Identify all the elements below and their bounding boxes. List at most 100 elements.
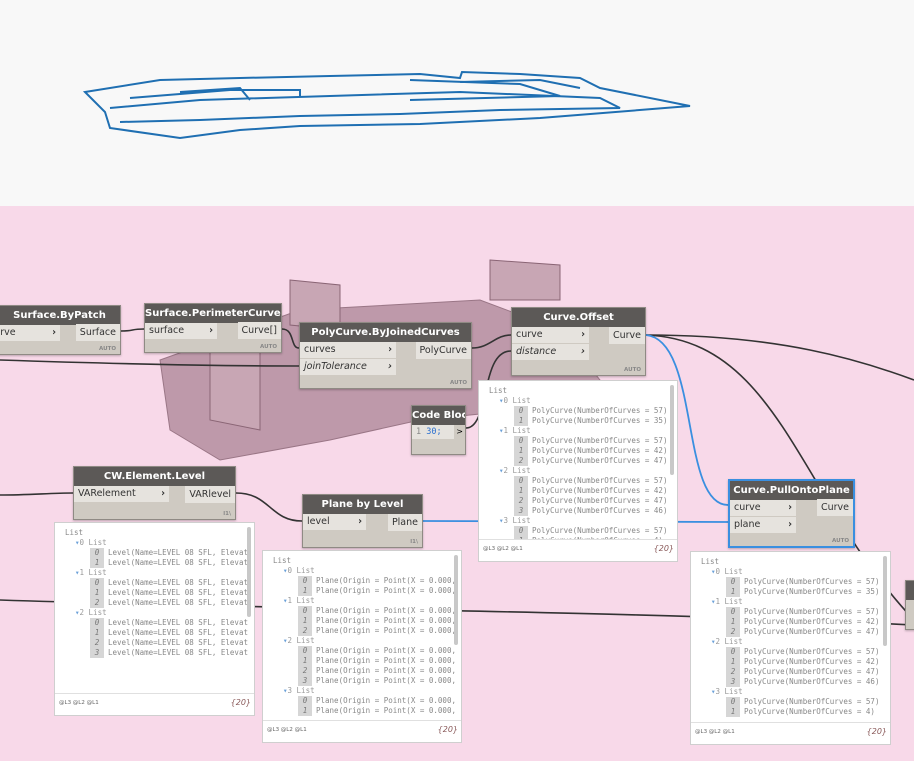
list-item: 1 PolyCurve(NumberOfCurves = 42) [701,617,890,627]
scrollbar[interactable] [247,527,251,617]
scrollbar[interactable] [670,385,674,475]
list-group[interactable]: ▾0 List [65,538,254,548]
list-item: 0 PolyCurve(NumberOfCurves = 57) [489,526,677,536]
list-item: 3 PolyCurve(NumberOfCurves = 46) [489,506,677,516]
list-group[interactable]: ▾1 List [489,426,677,436]
list-index: 0 [298,576,312,586]
input-port-plane[interactable]: plane › [730,517,796,533]
list-item: 3 PolyCurve(NumberOfCurves = 46) [701,677,890,687]
lacing-label: AUTO [624,367,641,373]
list-index: 0 [298,606,312,616]
item-count: {20} [866,727,887,736]
list-group[interactable]: ▾3 List [489,516,677,526]
output-port-polycurve[interactable]: PolyCurve [415,342,471,359]
watch-list[interactable]: List ▾0 List 0 Level(Name=LEVEL 08 SFL, Ele… [55,523,254,693]
node-partial-offscreen[interactable] [905,580,914,630]
output-port-surface[interactable]: Surface [75,324,120,341]
output-port[interactable]: > [456,425,463,439]
input-port-curve[interactable]: curve› [730,500,796,516]
list-item: 2 PolyCurve(NumberOfCurves = 47) [701,627,890,637]
list-group[interactable]: ▾2 List [273,636,461,646]
list-group[interactable]: ▾2 List [701,637,890,647]
watch-preview-plane[interactable]: List ▾0 List 0 Plane(Origin = Point(X = 0.0… [262,550,462,743]
list-group[interactable]: ▾0 List [273,566,461,576]
list-group[interactable]: ▾0 List [701,567,890,577]
watch-list[interactable]: List ▾0 List 0 PolyCurve(NumberOfCurves = 5… [479,381,677,539]
list-item: 2 PolyCurve(NumberOfCurves = 47) [701,667,890,677]
list-group[interactable]: ▾2 List [65,608,254,618]
node-curve-offset[interactable]: Curve.Offset curve › distance › Curve AUTO [511,307,646,376]
code-editor[interactable]: 1 30; [412,425,454,439]
list-index: 2 [514,456,528,466]
watch-preview-level[interactable]: List ▾0 List 0 Level(Name=LEVEL 08 SFL, Ele… [54,522,255,716]
list-item: 0 Plane(Origin = Point(X = 0.000, [273,696,461,706]
list-item: 3 Plane(Origin = Point(X = 0.000, [273,676,461,686]
list-levels[interactable]: @L3 @L2 @L1 [267,727,307,733]
node-code-block[interactable]: Code Block 1 30; > [411,405,466,455]
output-port-varlevel[interactable]: VARlevel [185,486,235,503]
list-index: 0 [298,646,312,656]
output-port-curve[interactable]: Curve [608,327,645,344]
input-port-level[interactable]: level › [303,514,366,530]
list-index: 1 [514,416,528,426]
list-group[interactable]: ▾1 List [65,568,254,578]
scrollbar[interactable] [454,555,458,645]
list-group[interactable]: ▾1 List [701,597,890,607]
watch-list[interactable]: List ▾0 List 0 Plane(Origin = Point(X = 0.0… [263,551,461,720]
list-index: 1 [90,558,104,568]
list-index: 2 [298,626,312,636]
watch-list[interactable]: List ▾0 List 0 PolyCurve(NumberOfCurves = 5… [691,552,890,722]
output-port-plane[interactable]: Plane [387,514,422,531]
input-port-varelement[interactable]: VARelement › [74,486,169,502]
list-item: 0 Level(Name=LEVEL 08 SFL, Elevat [65,618,254,628]
list-item: 2 PolyCurve(NumberOfCurves = 47) [489,456,677,466]
item-count: {20} [653,544,674,553]
node-title [906,581,914,600]
list-item: 0 PolyCurve(NumberOfCurves = 57) [489,476,677,486]
input-port-curve[interactable]: curve› [0,325,60,341]
list-group[interactable]: ▾0 List [489,396,677,406]
list-group[interactable]: ▾2 List [489,466,677,476]
list-item: 0 Plane(Origin = Point(X = 0.000, [273,606,461,616]
watch-preview-offset[interactable]: List ▾0 List 0 PolyCurve(NumberOfCurves = 5… [478,380,678,562]
input-port-distance[interactable]: distance › [512,344,589,360]
list-index: 1 [298,656,312,666]
list-index: 1 [726,657,740,667]
node-surface-perimeter-curves[interactable]: Surface.PerimeterCurves surface › Curve[]… [144,303,282,353]
list-item: 0 PolyCurve(NumberOfCurves = 57) [701,577,890,587]
list-index: 1 [90,588,104,598]
node-surface-by-patch[interactable]: Surface.ByPatch curve› Surface AUTO [0,305,121,355]
output-port-curve[interactable]: Curve [816,499,853,516]
input-port-surface[interactable]: surface › [145,323,217,339]
node-title: Surface.ByPatch [0,306,120,325]
node-title: Code Block [412,406,465,425]
list-index: 2 [514,496,528,506]
list-root: List [489,386,508,395]
watch-footer: @L3 @L2 @L1 {20} [691,722,890,744]
list-item: 1 PolyCurve(NumberOfCurves = 42) [489,486,677,496]
list-item: 1 Level(Name=LEVEL 08 SFL, Elevat [65,588,254,598]
input-port-curve[interactable]: curve› [512,327,589,343]
list-index: 0 [90,578,104,588]
list-levels[interactable]: @L3 @L2 @L1 [59,700,99,706]
lacing-label: l1\ [223,511,231,517]
list-group[interactable]: ▾1 List [273,596,461,606]
scrollbar[interactable] [883,556,887,646]
node-plane-by-level[interactable]: Plane by Level level › Plane l1\ [302,494,423,548]
list-group[interactable]: ▾3 List [273,686,461,696]
output-port-curves[interactable]: Curve[] [237,322,281,339]
node-cw-element-level[interactable]: CW.Element.Level VARelement › VARlevel l1… [73,466,236,520]
node-polycurve-by-joined-curves[interactable]: PolyCurve.ByJoinedCurves curves › joinTol… [299,322,472,389]
list-index: 1 [298,706,312,716]
input-port-curves[interactable]: curves › [300,342,396,358]
list-index: 0 [90,548,104,558]
node-curve-pull-onto-plane[interactable]: Curve.PullOntoPlane curve › plane › Curve … [728,479,855,548]
list-index: 1 [726,587,740,597]
watch-preview-pull[interactable]: List ▾0 List 0 PolyCurve(NumberOfCurves = 5… [690,551,891,745]
list-levels[interactable]: @L3 @L2 @L1 [695,729,735,735]
input-port-join-tolerance[interactable]: joinTolerance › [300,359,396,375]
list-group[interactable]: ▾3 List [701,687,890,697]
watch-footer: @L3 @L2 @L1 {20} [55,693,254,715]
floor-plan-curves [82,70,691,140]
list-levels[interactable]: @L3 @L2 @L1 [483,546,523,552]
